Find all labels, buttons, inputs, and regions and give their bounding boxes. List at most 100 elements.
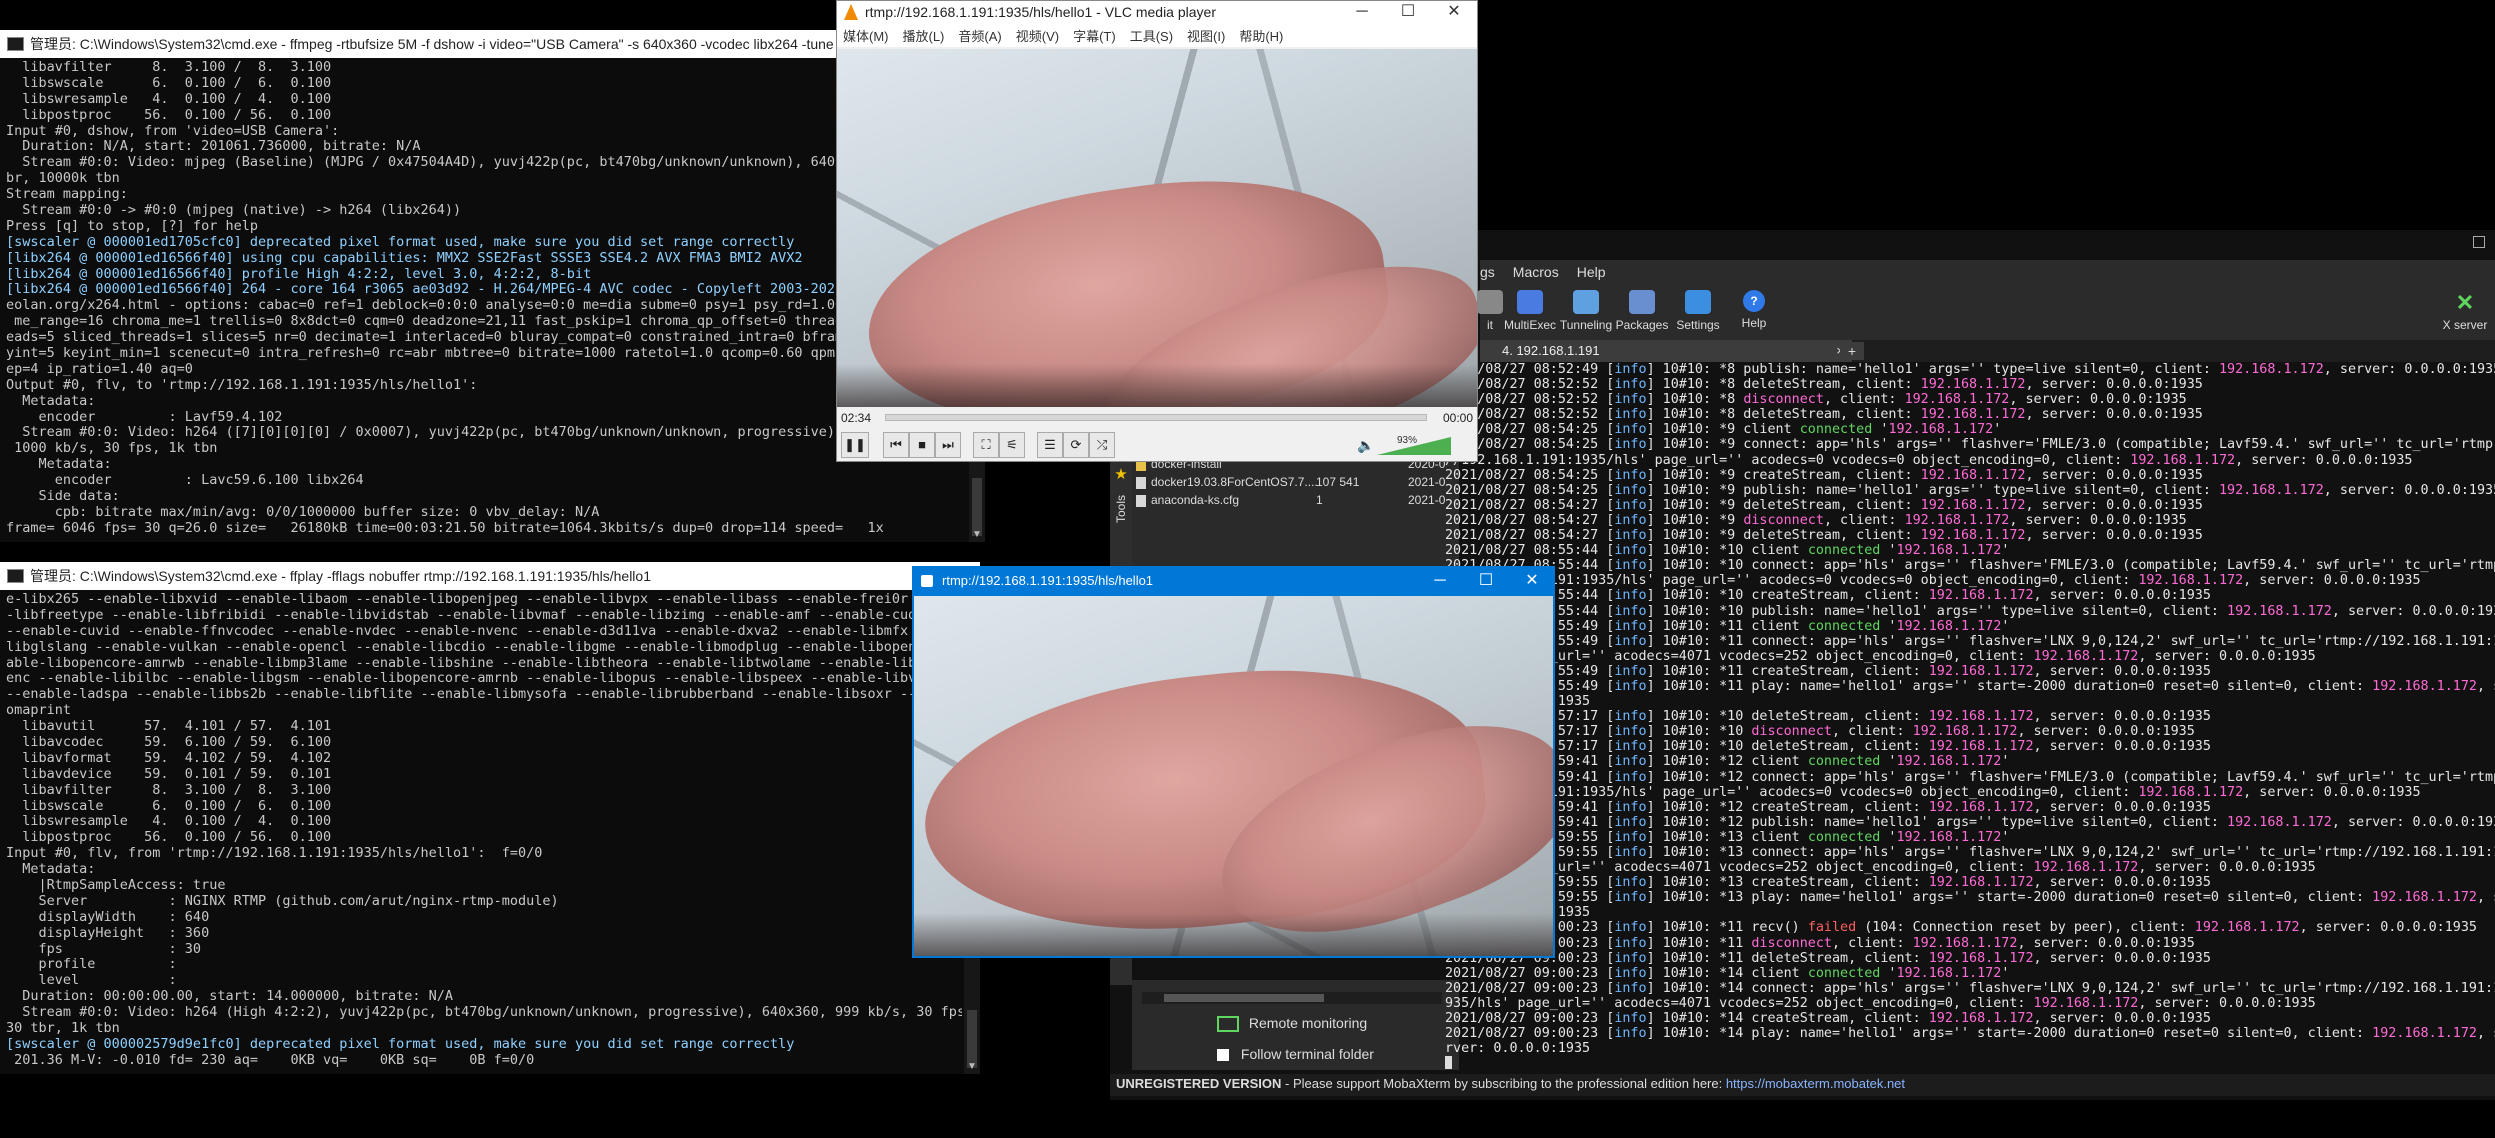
console-line: --enable-cuvid --enable-ffnvcodec --enab…: [6, 622, 941, 639]
console-line: displayWidth : 640: [6, 908, 210, 925]
vlc-menu-item[interactable]: 媒体(M): [837, 23, 897, 47]
scroll-thumb[interactable]: [967, 1010, 977, 1068]
console-line: [swscaler @ 000001ed1705cfc0] deprecated…: [6, 233, 795, 250]
new-tab-button[interactable]: +: [1840, 342, 1864, 360]
vlc-menu-item[interactable]: 字幕(T): [1067, 23, 1124, 47]
moba-menu-item[interactable]: Help: [1577, 264, 1606, 280]
terminal-line: 2021/08/27 09:00:23 [info] 10#10: *14 co…: [1445, 980, 2495, 996]
moba-menu-item[interactable]: gs: [1480, 264, 1495, 280]
xserver-label: X server: [2442, 318, 2488, 332]
sftp-file-row[interactable]: anaconda-ks.cfg 1 2021-0: [1136, 491, 1456, 509]
moba-tool-label: Tunneling: [1559, 318, 1613, 332]
moba-tab-bar: 4. 192.168.1.191 × +: [1480, 340, 2495, 362]
console-line: Duration: 00:00:00.00, start: 14.000000,…: [6, 988, 454, 1005]
terminal-line: 2021/08/27 08:55:49 [info] 10#10: *11 co…: [1445, 633, 2495, 649]
terminal-line: 2021/08/27 08:55:44 [info] 10#10: *10 cl…: [1445, 543, 2010, 559]
terminal-line: 2021/08/27 09:00:23 [info] 10#10: *11 de…: [1445, 950, 2211, 966]
tab-session-4[interactable]: 4. 192.168.1.191 ×: [1480, 340, 1852, 362]
checkbox-icon: [1217, 1049, 1229, 1062]
moba-tool-button[interactable]: Tunneling: [1556, 290, 1616, 332]
vlc-menu-item[interactable]: 音频(A): [952, 23, 1009, 47]
vlc-video-area[interactable]: [837, 49, 1477, 407]
loop-button[interactable]: ⟳: [1063, 432, 1089, 458]
multiexec-icon: [1517, 290, 1543, 314]
minimize-icon[interactable]: ─: [1339, 1, 1385, 23]
moba-tool-button[interactable]: Packages: [1612, 290, 1672, 332]
console-line: br, 10000k tbn: [6, 170, 120, 187]
console-line: libavformat 59. 4.102 / 59. 4.102: [6, 749, 332, 766]
previous-button[interactable]: ⏮: [883, 432, 909, 458]
vlc-menu-item[interactable]: 播放(L): [897, 23, 953, 47]
terminal-line: 2021/08/27 08:59:41 [info] 10#10: *12 cl…: [1445, 754, 2010, 770]
terminal-cursor: [1445, 1056, 1452, 1070]
file-icon: [1136, 494, 1146, 507]
terminal-line: 2021/08/27 08:54:25 [info] 10#10: *9 cre…: [1445, 467, 2203, 483]
terminal-line: 2021/08/27 09:00:23 [info] 10#10: *14 cr…: [1445, 1011, 2211, 1027]
console-line: ep=4 ip_ratio=1.40 aq=0: [6, 360, 193, 377]
terminal-line: 2021/08/27 08:52:49 [info] 10#10: *8 pub…: [1445, 362, 2495, 377]
minimize-icon[interactable]: ─: [1417, 566, 1463, 596]
volume-slider[interactable]: 93%: [1377, 435, 1451, 455]
moba-status-bar: UNREGISTERED VERSION - Please support Mo…: [1110, 1074, 2495, 1096]
maximize-icon[interactable]: ☐: [1385, 1, 1431, 23]
speaker-icon[interactable]: 🔈: [1357, 437, 1374, 454]
vlc-menu-item[interactable]: 视图(I): [1181, 23, 1233, 47]
sftp-hscrollbar[interactable]: [1142, 992, 1442, 1004]
extended-settings-button[interactable]: ⚟: [999, 432, 1025, 458]
console-line: Input #0, flv, from 'rtmp://192.168.1.19…: [6, 845, 543, 862]
moba-menu-item[interactable]: Macros: [1513, 264, 1559, 280]
console-line: 201.36 M-V: -0.010 fd= 230 aq= 0KB vq= 0…: [6, 1051, 535, 1068]
vlc-menu-item[interactable]: 帮助(H): [1233, 23, 1291, 47]
moba-tool-button[interactable]: MultiExec: [1500, 290, 1560, 332]
console-line: [libx264 @ 000001ed16566f40] 264 - core …: [6, 281, 844, 298]
mobatek-link[interactable]: https://mobaxterm.mobatek.net: [1726, 1076, 1905, 1091]
fullscreen-button[interactable]: ⛶: [973, 432, 999, 458]
terminal-line: 2021/08/27 08:55:49 [info] 10#10: *11 pl…: [1445, 678, 2495, 694]
ffplay-title: rtmp://192.168.1.191:1935/hls/hello1: [942, 573, 1154, 588]
stop-button[interactable]: ■: [909, 432, 935, 458]
vlc-menu-item[interactable]: 工具(S): [1124, 23, 1181, 47]
cmd-output[interactable]: e-libx265 --enable-libxvid --enable-liba…: [6, 592, 962, 1074]
close-icon[interactable]: ✕: [1509, 566, 1555, 596]
shuffle-button[interactable]: ⤮: [1089, 432, 1115, 458]
console-line: omaprint: [6, 702, 72, 719]
cmd-window-ffplay: 管理员: C:\Windows\System32\cmd.exe - ffpla…: [0, 562, 980, 1074]
terminal-line: 2021/08/27 09:00:23 [info] 10#10: *14 pl…: [1445, 1026, 2495, 1042]
terminal-line: 2021/08/27 08:55:49 [info] 10#10: *11 cr…: [1445, 663, 2211, 679]
moba-tool-button[interactable]: ? Help: [1724, 290, 1784, 330]
moba-toolbar: it MultiExec Tunneling Packages Settings? Hel…: [1477, 284, 2495, 340]
cmd-title: 管理员: C:\Windows\System32\cmd.exe - ffpla…: [30, 568, 651, 584]
console-line: libavfilter 8. 3.100 / 8. 3.100: [6, 60, 332, 75]
star-icon[interactable]: ★: [1110, 465, 1132, 483]
cmd-title-bar: 管理员: C:\Windows\System32\cmd.exe - ffpla…: [0, 562, 980, 590]
ffplay-video-area[interactable]: [914, 596, 1553, 956]
sftp-file-row[interactable]: docker19.03.8ForCentOS7.7.... 107 541 2021…: [1136, 473, 1456, 491]
scroll-down-icon[interactable]: ▼: [964, 1061, 980, 1072]
next-button[interactable]: ⏭: [935, 432, 961, 458]
cmd-output[interactable]: libavfilter 8. 3.100 / 8. 3.100 libswsca…: [6, 60, 967, 542]
follow-terminal-checkbox[interactable]: Follow terminal folder: [1217, 1046, 1374, 1062]
maximize-icon[interactable]: ☐: [1463, 566, 1509, 596]
seek-bar[interactable]: [885, 414, 1427, 421]
file-date: 2021-0: [1408, 475, 1446, 489]
moba-tool-label: Settings: [1676, 318, 1720, 332]
tools-vertical-label[interactable]: Tools: [1114, 495, 1128, 523]
moba-tool-button[interactable]: Settings: [1668, 290, 1728, 332]
moba-tool-label: Help: [1741, 316, 1767, 330]
vlc-menu-item[interactable]: 视频(V): [1010, 23, 1067, 47]
close-icon[interactable]: ✕: [1431, 1, 1477, 23]
remote-monitoring-button[interactable]: Remote monitoring: [1217, 1015, 1367, 1033]
moba-terminal[interactable]: 2021/08/27 08:52:49 [info] 10#10: *8 pub…: [1445, 362, 2495, 1070]
scroll-down-icon[interactable]: ▼: [969, 529, 985, 540]
terminal-line: 2021/08/27 08:59:41 [info] 10#10: *12 pu…: [1445, 814, 2495, 830]
console-line: libswresample 4. 0.100 / 4. 0.100: [6, 813, 332, 830]
scroll-thumb[interactable]: [972, 478, 982, 536]
terminal-line: 2021/08/27 09:00:23 [info] 10#10: *11 re…: [1445, 920, 2477, 936]
console-line: libavutil 57. 4.101 / 57. 4.101: [6, 718, 332, 735]
playlist-button[interactable]: ☰: [1037, 432, 1063, 458]
xserver-button[interactable]: ✕ X server: [2435, 290, 2495, 332]
console-line: profile :: [6, 956, 177, 973]
terminal-line: 935/hls' page_url='' acodecs=4071 vcodec…: [1445, 995, 2316, 1011]
terminal-line: 2021/08/27 08:54:27 [info] 10#10: *9 del…: [1445, 528, 2203, 544]
pause-button[interactable]: ❚❚: [841, 432, 869, 458]
